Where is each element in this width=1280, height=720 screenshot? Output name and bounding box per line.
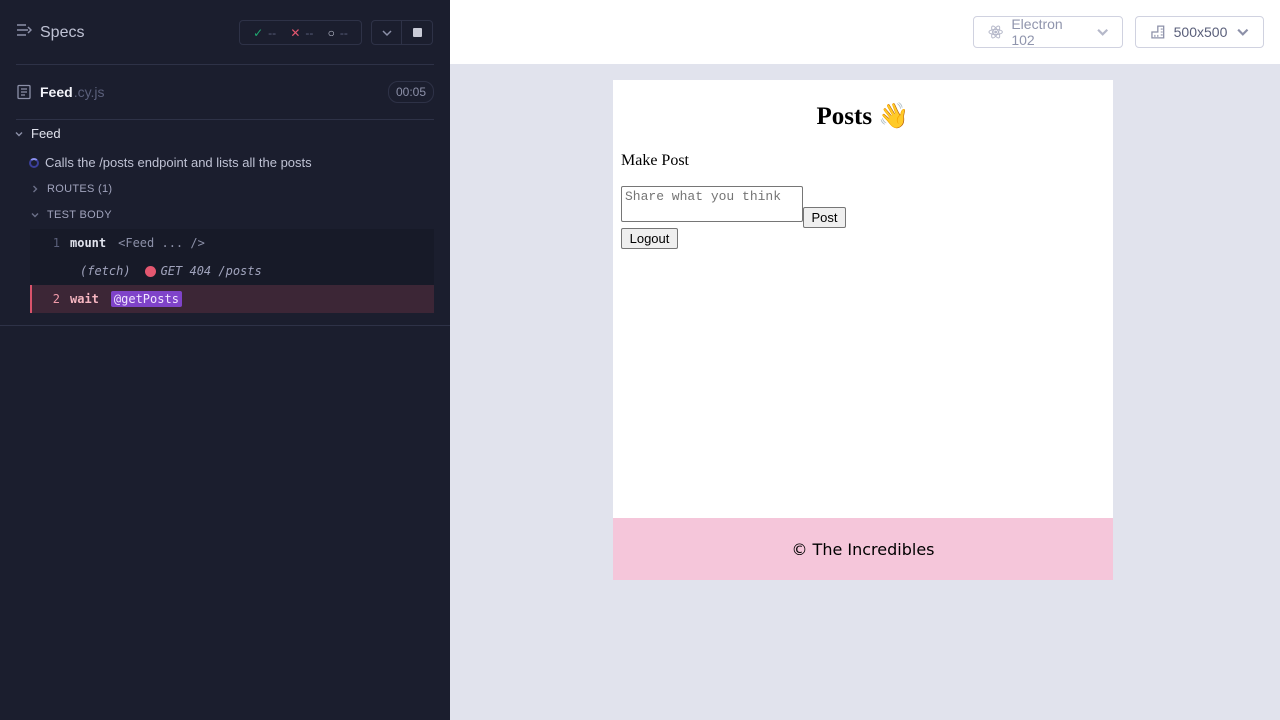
divider bbox=[0, 325, 450, 326]
duration-badge: 00:05 bbox=[387, 81, 434, 103]
command-fetch[interactable]: (fetch) GET 404 /posts bbox=[30, 257, 434, 285]
command-number: 1 bbox=[52, 236, 60, 250]
document-icon bbox=[17, 84, 31, 100]
test-body-section[interactable]: TEST BODY bbox=[30, 209, 112, 221]
aut-header: Electron 102 500x500 bbox=[450, 0, 1280, 64]
test-stats: ✓ -- ✕ -- ○ -- bbox=[239, 20, 362, 45]
spec-file-header: Feed .cy.js 00:05 bbox=[16, 80, 434, 104]
run-options-dropdown[interactable] bbox=[371, 20, 402, 45]
routes-label: ROUTES (1) bbox=[47, 183, 113, 195]
failed-stat: ✕ -- bbox=[290, 26, 313, 40]
viewport-ruler-icon bbox=[1151, 25, 1165, 39]
pending-stat: ○ -- bbox=[328, 26, 348, 40]
test-title: Calls the /posts endpoint and lists all … bbox=[45, 155, 312, 170]
viewport-label: 500x500 bbox=[1173, 24, 1228, 40]
footer-text: © The Incredibles bbox=[791, 539, 935, 559]
chevron-down-icon bbox=[31, 213, 39, 218]
test-item[interactable]: Calls the /posts endpoint and lists all … bbox=[29, 155, 312, 170]
failed-count: -- bbox=[305, 25, 314, 40]
running-spinner-icon bbox=[29, 157, 39, 168]
post-textarea[interactable] bbox=[621, 186, 803, 222]
chevron-down-icon bbox=[15, 131, 23, 136]
post-button[interactable]: Post bbox=[803, 207, 846, 228]
stop-button[interactable] bbox=[402, 20, 433, 45]
failed-request-icon bbox=[144, 265, 156, 277]
chevron-down-icon bbox=[381, 29, 392, 36]
command-type: (fetch) bbox=[80, 264, 131, 278]
page-title: Posts 👋 bbox=[816, 103, 910, 130]
test-body-label: TEST BODY bbox=[47, 209, 112, 221]
divider bbox=[16, 64, 434, 65]
reporter-panel: Specs ✓ -- ✕ -- ○ -- Feed .cy.js 00:05 Feed… bbox=[0, 0, 450, 720]
suite-title: Feed bbox=[31, 126, 61, 141]
passed-stat: ✓ -- bbox=[253, 26, 276, 40]
stop-icon bbox=[412, 28, 422, 37]
command-number: 2 bbox=[52, 292, 60, 306]
logout-button[interactable]: Logout bbox=[621, 228, 678, 249]
specs-label: Specs bbox=[40, 23, 85, 41]
suite-feed[interactable]: Feed bbox=[14, 126, 61, 141]
specs-toggle-button[interactable]: Specs bbox=[16, 22, 84, 43]
divider bbox=[16, 119, 434, 120]
viewport-selector[interactable]: 500x500 bbox=[1135, 16, 1264, 48]
command-wait-failed[interactable]: 2 wait @getPosts bbox=[30, 285, 434, 313]
footer: © The Incredibles bbox=[613, 518, 1113, 580]
electron-icon bbox=[988, 25, 1003, 39]
make-post-heading: Make Post bbox=[621, 152, 689, 169]
x-icon: ✕ bbox=[290, 25, 301, 40]
passed-count: -- bbox=[268, 25, 277, 40]
command-message: <Feed ... /> bbox=[118, 236, 205, 250]
chevron-down-icon bbox=[1237, 28, 1249, 36]
pending-count: -- bbox=[339, 25, 348, 40]
request-summary: GET 404 /posts bbox=[160, 264, 262, 278]
browser-selector[interactable]: Electron 102 bbox=[973, 16, 1123, 48]
chevron-right-icon bbox=[33, 185, 38, 193]
check-icon: ✓ bbox=[253, 25, 264, 40]
reporter-header: Specs ✓ -- ✕ -- ○ -- bbox=[0, 0, 450, 64]
chevron-down-icon bbox=[1096, 28, 1108, 36]
app-under-test: Posts 👋 Make Post Post Logout © The Incr… bbox=[613, 80, 1113, 580]
alias-badge: @getPosts bbox=[110, 291, 182, 307]
spec-file-ext: .cy.js bbox=[73, 84, 105, 100]
browser-label: Electron 102 bbox=[1011, 16, 1063, 48]
routes-section[interactable]: ROUTES (1) bbox=[30, 183, 112, 195]
pending-spinner-icon: ○ bbox=[327, 25, 335, 40]
command-name: mount bbox=[70, 236, 107, 250]
spec-file-name: Feed bbox=[40, 84, 73, 100]
command-mount[interactable]: 1 mount <Feed ... /> bbox=[30, 229, 434, 257]
specs-list-icon bbox=[16, 22, 33, 43]
command-name: wait bbox=[70, 292, 99, 306]
